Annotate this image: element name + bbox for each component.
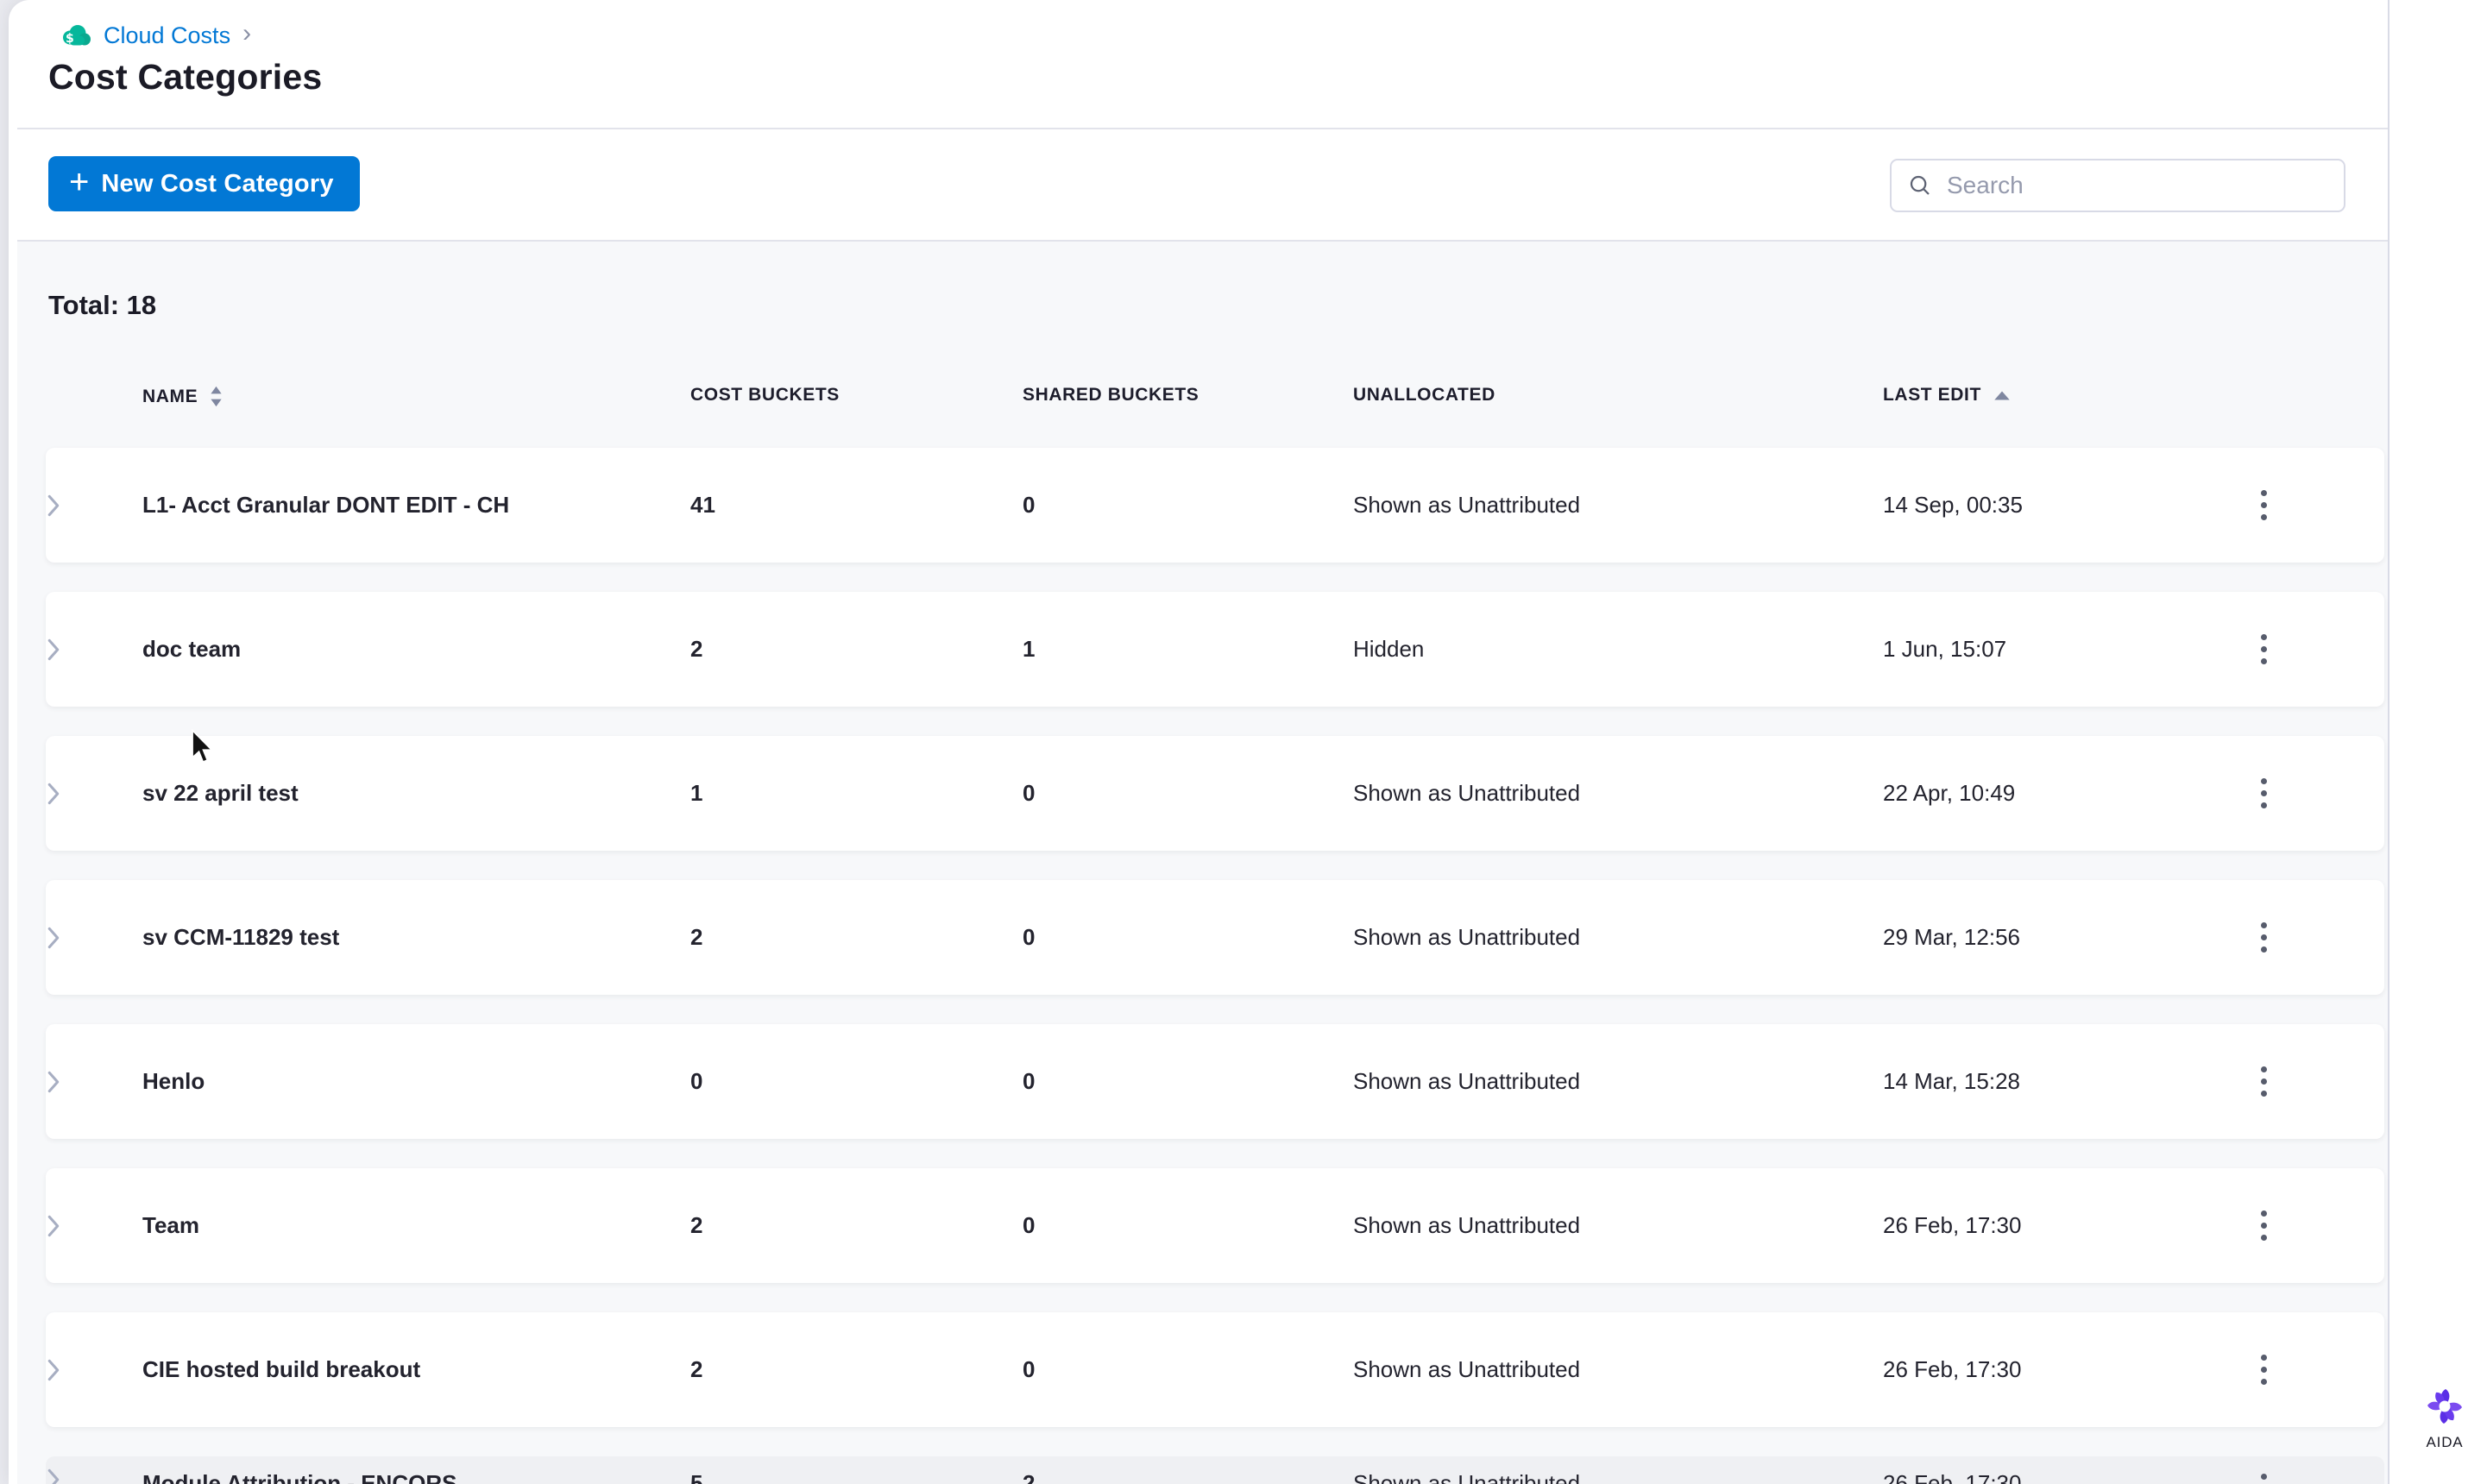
row-name: L1- Acct Granular DONT EDIT - CH xyxy=(142,492,510,518)
row-shared-buckets: 0 xyxy=(1023,780,1036,806)
row-name: Henlo xyxy=(142,1068,205,1094)
table-background xyxy=(17,242,2388,1484)
table-row[interactable]: sv CCM-11829 test 2 0 Shown as Unattribu… xyxy=(46,880,2384,995)
main-panel: $ Cloud Costs › Cost Categories + New Co… xyxy=(9,0,2487,1484)
row-name: Team xyxy=(142,1212,199,1238)
row-unallocated: Shown as Unattributed xyxy=(1353,1212,1581,1238)
aida-pinwheel-icon xyxy=(2427,1389,2462,1424)
sort-ascending-icon xyxy=(1994,391,2010,399)
table-row[interactable]: Team 2 0 Shown as Unattributed 26 Feb, 1… xyxy=(46,1168,2384,1283)
total-count: Total: 18 xyxy=(48,290,157,320)
column-header-last-edit-label: LAST EDIT xyxy=(1883,385,1981,405)
row-unallocated: Shown as Unattributed xyxy=(1353,1470,1581,1484)
row-unallocated: Shown as Unattributed xyxy=(1353,780,1581,806)
search-icon xyxy=(1910,175,1930,195)
plus-icon: + xyxy=(69,163,90,201)
kebab-menu-icon[interactable] xyxy=(2245,448,2282,563)
row-unallocated: Hidden xyxy=(1353,636,1425,662)
table-row[interactable]: Henlo 0 0 Shown as Unattributed 14 Mar, … xyxy=(46,1024,2384,1139)
row-cost-buckets: 5 xyxy=(690,1470,703,1484)
page-title: Cost Categories xyxy=(48,57,323,97)
svg-text:$: $ xyxy=(66,32,74,46)
row-cost-buckets: 1 xyxy=(690,780,703,806)
row-unallocated: Shown as Unattributed xyxy=(1353,924,1581,950)
kebab-menu-icon[interactable] xyxy=(2245,1024,2282,1139)
row-name: sv CCM-11829 test xyxy=(142,924,340,950)
column-header-unallocated-label: UNALLOCATED xyxy=(1353,385,1495,405)
row-unallocated: Shown as Unattributed xyxy=(1353,1068,1581,1094)
sort-both-icon xyxy=(211,386,222,407)
row-shared-buckets: 0 xyxy=(1023,1068,1036,1094)
kebab-menu-icon[interactable] xyxy=(2245,1312,2282,1427)
kebab-menu-icon[interactable] xyxy=(2245,880,2282,995)
column-header-unallocated: UNALLOCATED xyxy=(1353,385,1495,406)
row-shared-buckets: 2 xyxy=(1023,1470,1036,1484)
kebab-menu-icon[interactable] xyxy=(2245,736,2282,851)
aida-label: AIDA xyxy=(2426,1434,2464,1450)
table-row[interactable]: doc team 2 1 Hidden 1 Jun, 15:07 xyxy=(46,592,2384,707)
breadcrumb-cloud-costs-link[interactable]: Cloud Costs xyxy=(104,22,230,49)
row-last-edit: 22 Apr, 10:49 xyxy=(1883,780,2016,806)
row-shared-buckets: 1 xyxy=(1023,636,1036,662)
row-last-edit: 14 Mar, 15:28 xyxy=(1883,1068,2020,1094)
row-last-edit: 26 Feb, 17:30 xyxy=(1883,1470,2022,1484)
row-name: Module Attribution - ENCORS xyxy=(142,1470,457,1484)
cloud-costs-icon: $ xyxy=(60,24,91,47)
row-name: sv 22 april test xyxy=(142,780,299,806)
column-header-name-label: NAME xyxy=(142,386,198,406)
table-header-row: NAME COST BUCKETS SHARED BUCKETS UNALLOC… xyxy=(9,385,2388,412)
row-cost-buckets: 2 xyxy=(690,1212,703,1238)
search-box xyxy=(1890,159,2345,212)
chevron-right-icon[interactable] xyxy=(46,1168,2384,1283)
kebab-menu-icon[interactable] xyxy=(2245,1168,2282,1283)
row-unallocated: Shown as Unattributed xyxy=(1353,492,1581,518)
header-divider xyxy=(17,128,2388,129)
row-cost-buckets: 41 xyxy=(690,492,715,518)
row-last-edit: 14 Sep, 00:35 xyxy=(1883,492,2023,518)
row-shared-buckets: 0 xyxy=(1023,1356,1036,1382)
column-header-shared-buckets-label: SHARED BUCKETS xyxy=(1023,385,1199,405)
kebab-menu-icon[interactable] xyxy=(2245,1456,2282,1484)
row-name: CIE hosted build breakout xyxy=(142,1356,421,1382)
search-input[interactable] xyxy=(1947,172,2328,199)
column-header-cost-buckets: COST BUCKETS xyxy=(690,385,840,406)
column-header-last-edit[interactable]: LAST EDIT xyxy=(1883,385,2011,406)
row-shared-buckets: 0 xyxy=(1023,924,1036,950)
row-cost-buckets: 0 xyxy=(690,1068,703,1094)
chevron-right-icon[interactable] xyxy=(46,880,2384,995)
new-cost-category-button[interactable]: + New Cost Category xyxy=(48,156,360,211)
cost-categories-page: $ Cloud Costs › Cost Categories + New Co… xyxy=(0,0,2487,1484)
kebab-menu-icon[interactable] xyxy=(2245,592,2282,707)
row-last-edit: 26 Feb, 17:30 xyxy=(1883,1356,2022,1382)
column-header-shared-buckets: SHARED BUCKETS xyxy=(1023,385,1199,406)
chevron-right-icon[interactable] xyxy=(46,1024,2384,1139)
table-row[interactable]: sv 22 april test 1 0 Shown as Unattribut… xyxy=(46,736,2384,851)
row-cost-buckets: 2 xyxy=(690,1356,703,1382)
table-row[interactable]: CIE hosted build breakout 2 0 Shown as U… xyxy=(46,1312,2384,1427)
column-header-cost-buckets-label: COST BUCKETS xyxy=(690,385,840,405)
new-cost-category-label: New Cost Category xyxy=(101,169,334,198)
row-shared-buckets: 0 xyxy=(1023,492,1036,518)
row-last-edit: 26 Feb, 17:30 xyxy=(1883,1212,2022,1238)
row-last-edit: 1 Jun, 15:07 xyxy=(1883,636,2007,662)
chevron-right-icon[interactable] xyxy=(46,736,2384,851)
row-cost-buckets: 2 xyxy=(690,924,703,950)
aida-assistant-button[interactable]: AIDA xyxy=(2413,1384,2477,1451)
breadcrumb: $ Cloud Costs › xyxy=(60,21,251,50)
right-side-panel xyxy=(2388,0,2487,1484)
row-shared-buckets: 0 xyxy=(1023,1212,1036,1238)
breadcrumb-separator: › xyxy=(242,19,252,47)
table-row[interactable]: L1- Acct Granular DONT EDIT - CH 41 0 Sh… xyxy=(46,448,2384,563)
row-name: doc team xyxy=(142,636,242,662)
chevron-right-icon[interactable] xyxy=(46,592,2384,707)
toolbar-divider xyxy=(17,240,2388,242)
column-header-name[interactable]: NAME xyxy=(142,385,223,408)
row-cost-buckets: 2 xyxy=(690,636,703,662)
row-unallocated: Shown as Unattributed xyxy=(1353,1356,1581,1382)
row-last-edit: 29 Mar, 12:56 xyxy=(1883,924,2020,950)
table-row[interactable]: Module Attribution - ENCORS 5 2 Shown as… xyxy=(46,1456,2384,1484)
